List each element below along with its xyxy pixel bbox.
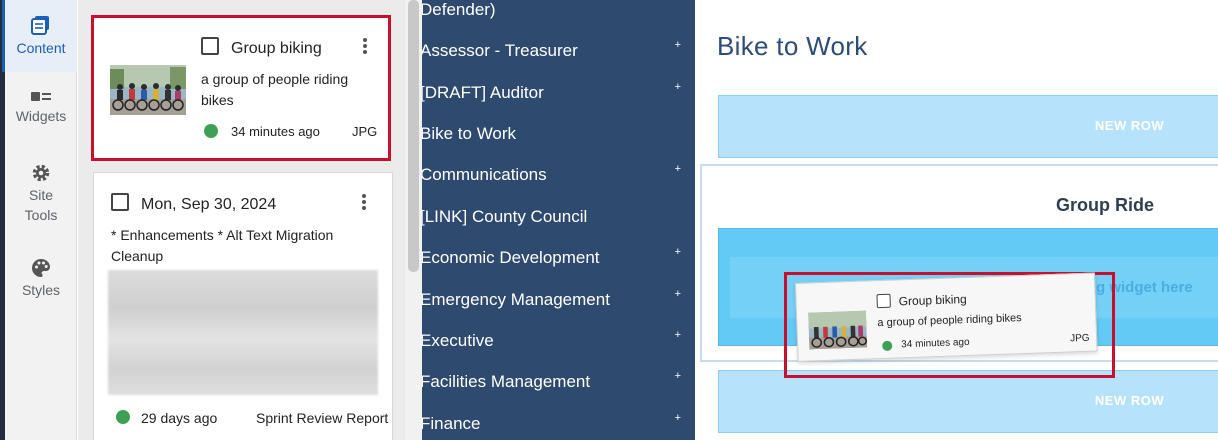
gear-icon bbox=[32, 164, 50, 182]
content-card-group-biking[interactable]: Group biking a group of people riding bi… bbox=[91, 15, 391, 161]
rail-label-content: Content bbox=[16, 40, 66, 56]
rail-label-widgets: Widgets bbox=[15, 108, 67, 124]
rail-item-styles[interactable]: Styles bbox=[5, 258, 77, 303]
card-thumbnail-blurred bbox=[108, 270, 378, 395]
content-panel-scrollbar[interactable] bbox=[405, 0, 422, 440]
card-timestamp: 29 days ago bbox=[141, 410, 218, 426]
content-panel: Group biking a group of people riding bi… bbox=[78, 0, 405, 440]
nav-item-bike-to-work[interactable]: Bike to Work bbox=[422, 124, 695, 165]
card-select-checkbox[interactable] bbox=[876, 293, 891, 309]
content-card-sprint-review[interactable]: Mon, Sep 30, 2024 * Enhancements * Alt T… bbox=[93, 172, 393, 440]
nav-item-auditor[interactable]: [DRAFT] Auditor + bbox=[422, 81, 695, 124]
nav-item-facilities-management[interactable]: Facilities Management + bbox=[422, 370, 695, 413]
expand-plus-icon[interactable]: + bbox=[675, 81, 681, 93]
nav-item-label: Communications bbox=[422, 165, 547, 184]
card-select-checkbox[interactable] bbox=[201, 37, 219, 55]
nav-item-defender[interactable]: Defender) bbox=[422, 0, 695, 41]
widgets-icon bbox=[31, 92, 51, 101]
left-rail: Content Widgets Site Tools Styles bbox=[2, 0, 77, 440]
nav-item-label: Finance bbox=[422, 414, 481, 433]
nav-item-county-council[interactable]: [LINK] County Council bbox=[422, 207, 695, 248]
nav-item-executive[interactable]: Executive + bbox=[422, 329, 695, 372]
card-thumbnail bbox=[110, 65, 186, 115]
card-title: Group biking bbox=[231, 40, 322, 57]
nav-item-finance[interactable]: Finance + bbox=[422, 412, 695, 440]
rail-item-widgets[interactable]: Widgets bbox=[5, 90, 77, 140]
expand-plus-icon[interactable]: + bbox=[675, 370, 681, 382]
card-title: Group biking bbox=[898, 292, 967, 309]
rail-label-styles: Styles bbox=[21, 282, 61, 298]
expand-plus-icon[interactable]: + bbox=[675, 246, 681, 258]
palette-icon bbox=[32, 259, 50, 277]
expand-plus-icon[interactable]: + bbox=[675, 329, 681, 341]
card-description: a group of people riding bikes bbox=[201, 71, 349, 108]
site-navigation: Defender) Assessor - Treasurer + [DRAFT]… bbox=[422, 0, 695, 440]
card-file-type: JPG bbox=[352, 124, 378, 139]
nav-item-communications[interactable]: Communications + bbox=[422, 163, 695, 206]
rail-item-site-tools[interactable]: Site Tools bbox=[5, 163, 77, 228]
dragging-content-card[interactable]: Group biking a group of people riding bi… bbox=[795, 272, 1098, 362]
nav-item-label: Defender) bbox=[422, 0, 496, 19]
nav-item-label: Economic Development bbox=[422, 248, 600, 267]
new-row-dropzone-top[interactable]: NEW ROW bbox=[718, 95, 1218, 158]
content-icon bbox=[31, 16, 49, 35]
nav-item-label: Emergency Management bbox=[422, 290, 610, 309]
card-timestamp: 34 minutes ago bbox=[901, 336, 970, 351]
expand-plus-icon[interactable]: + bbox=[675, 163, 681, 175]
nav-item-emergency-management[interactable]: Emergency Management + bbox=[422, 288, 695, 331]
nav-item-label: [DRAFT] Auditor bbox=[422, 83, 544, 102]
nav-item-label: Facilities Management bbox=[422, 372, 591, 391]
nav-item-label: Assessor - Treasurer bbox=[422, 41, 578, 60]
status-dot bbox=[204, 124, 218, 138]
status-dot bbox=[116, 410, 130, 424]
nav-item-label: [LINK] County Council bbox=[422, 207, 588, 226]
nav-item-economic-development[interactable]: Economic Development + bbox=[422, 246, 695, 289]
rail-label-site-tools: Site Tools bbox=[24, 187, 58, 223]
nav-item-assessor-treasurer[interactable]: Assessor - Treasurer + bbox=[422, 39, 695, 82]
card-description: * Enhancements * Alt Text Migration Clea… bbox=[111, 227, 334, 264]
page-editor-canvas: Bike to Work NEW ROW Group Ride Drag wid… bbox=[695, 0, 1218, 440]
page-title: Bike to Work bbox=[717, 31, 868, 61]
card-more-options-icon[interactable] bbox=[363, 38, 369, 56]
card-select-checkbox[interactable] bbox=[111, 193, 129, 211]
card-thumbnail bbox=[808, 310, 868, 350]
card-title: Mon, Sep 30, 2024 bbox=[141, 196, 277, 213]
card-file-type: Sprint Review Report bbox=[256, 410, 389, 426]
expand-plus-icon[interactable]: + bbox=[675, 412, 681, 424]
status-dot bbox=[882, 340, 893, 351]
card-description: a group of people riding bikes bbox=[877, 312, 1022, 330]
card-more-options-icon[interactable] bbox=[362, 194, 368, 212]
nav-item-label: Bike to Work bbox=[422, 124, 517, 143]
new-row-dropzone-bottom[interactable]: NEW ROW bbox=[718, 370, 1218, 433]
expand-plus-icon[interactable]: + bbox=[675, 39, 681, 51]
scrollbar-thumb[interactable] bbox=[408, 0, 419, 272]
new-row-label: NEW ROW bbox=[1094, 393, 1165, 408]
nav-item-label: Executive bbox=[422, 331, 494, 350]
card-file-type: JPG bbox=[1069, 332, 1090, 345]
card-timestamp: 34 minutes ago bbox=[231, 124, 320, 139]
new-row-label: NEW ROW bbox=[1094, 118, 1165, 133]
section-title: Group Ride bbox=[1056, 195, 1154, 215]
rail-item-content[interactable]: Content bbox=[2, 0, 77, 72]
expand-plus-icon[interactable]: + bbox=[675, 288, 681, 300]
